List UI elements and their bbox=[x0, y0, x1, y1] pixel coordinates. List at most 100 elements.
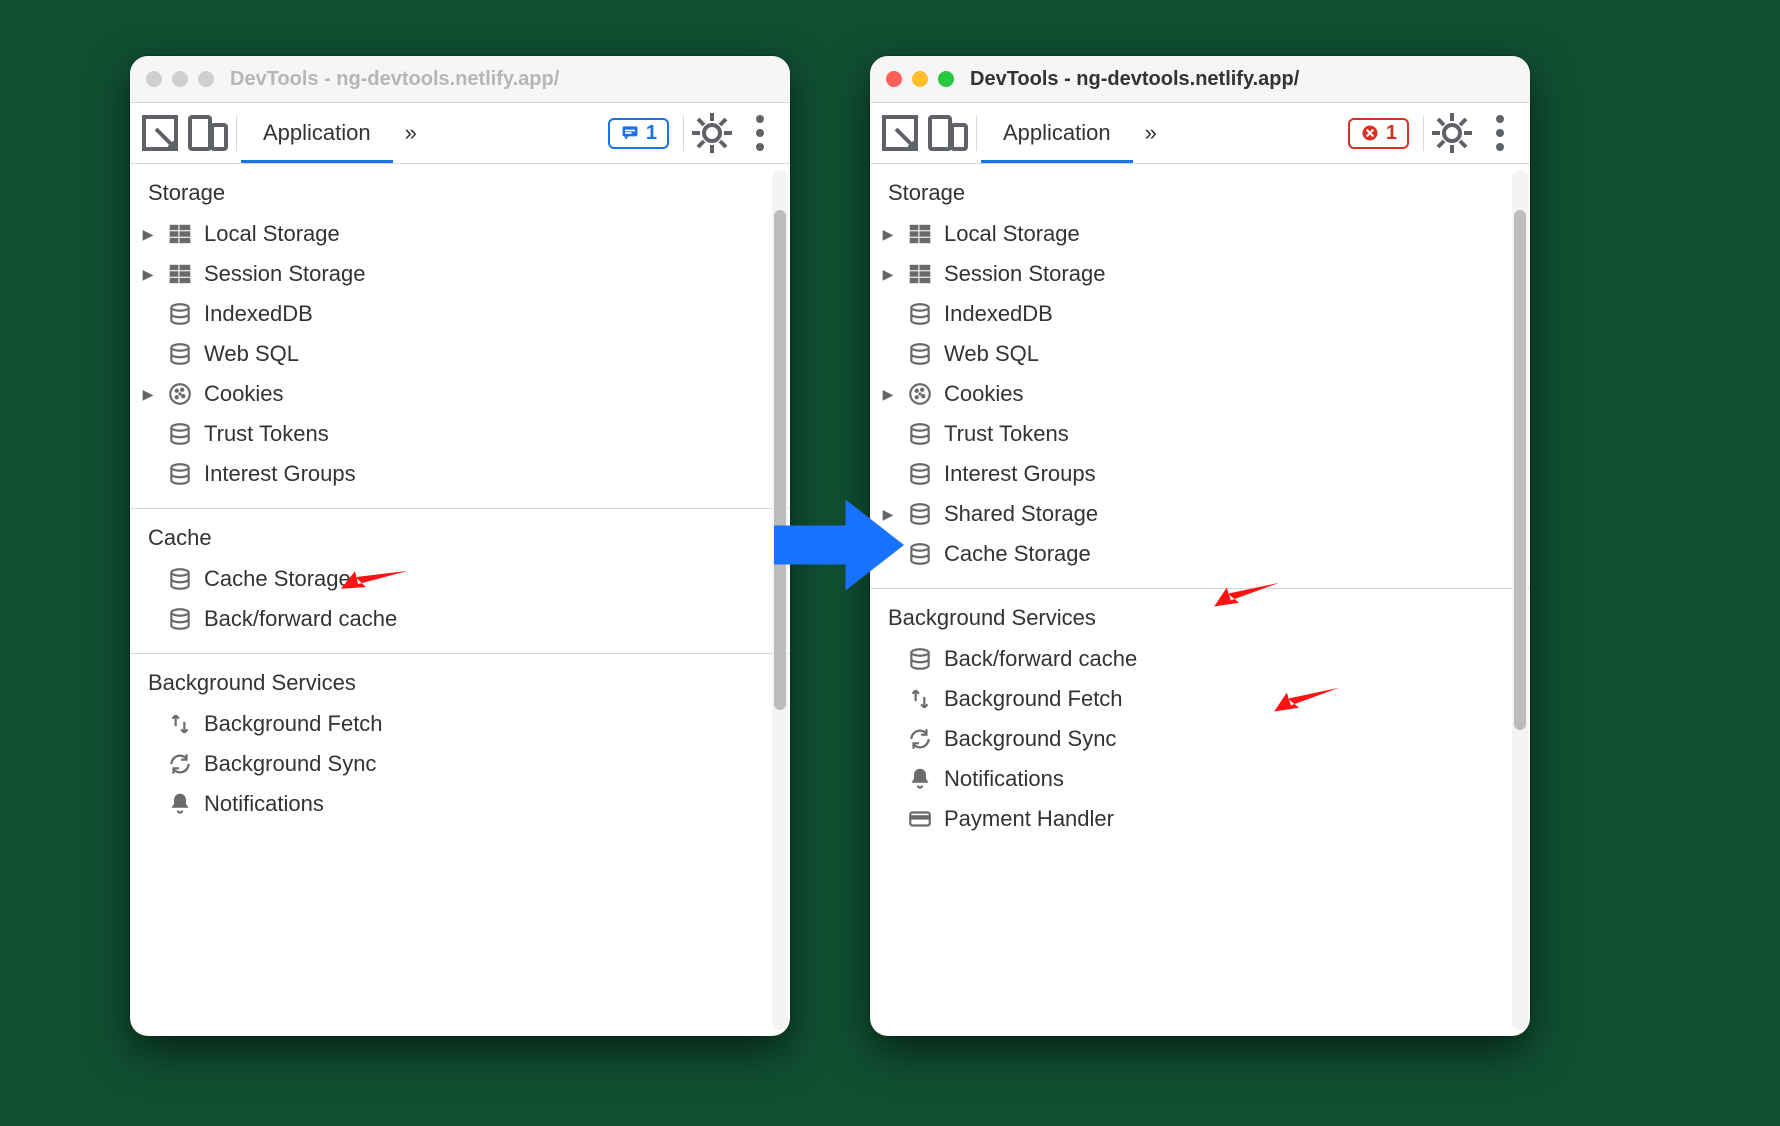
more-tabs-icon[interactable]: » bbox=[1133, 120, 1169, 146]
db-icon bbox=[906, 340, 934, 368]
tree-item[interactable]: ▶Interest Groups bbox=[130, 454, 790, 494]
tree-item[interactable]: ▶IndexedDB bbox=[130, 294, 790, 334]
error-badge[interactable]: 1 bbox=[1348, 118, 1409, 149]
separator bbox=[1423, 115, 1424, 151]
tree-item-label: Background Sync bbox=[944, 726, 1116, 752]
db-icon bbox=[906, 300, 934, 328]
minimize-dot[interactable] bbox=[172, 71, 188, 87]
application-panel[interactable]: Storage▶Local Storage▶Session Storage▶In… bbox=[130, 164, 790, 1036]
tree-item[interactable]: ▶Trust Tokens bbox=[870, 414, 1530, 454]
section-title[interactable]: Storage bbox=[870, 164, 1530, 214]
tree-item[interactable]: ▶Notifications bbox=[870, 759, 1530, 799]
kebab-icon[interactable] bbox=[736, 103, 784, 163]
tree-item-label: Background Fetch bbox=[944, 686, 1123, 712]
tree-item[interactable]: ▶Background Fetch bbox=[130, 704, 790, 744]
tree-item-label: Cache Storage bbox=[204, 566, 351, 592]
db-icon bbox=[906, 460, 934, 488]
tree-item-label: Background Fetch bbox=[204, 711, 383, 737]
tree-item[interactable]: ▶Trust Tokens bbox=[130, 414, 790, 454]
tree-item[interactable]: ▶Back/forward cache bbox=[130, 599, 790, 639]
scrollbar[interactable] bbox=[772, 170, 788, 1030]
bell-icon bbox=[906, 765, 934, 793]
tree-item[interactable]: ▶ Session Storage bbox=[870, 254, 1530, 294]
tree-item[interactable]: ▶Payment Handler bbox=[870, 799, 1530, 839]
sync-icon bbox=[906, 725, 934, 753]
tree-item[interactable]: ▶Cookies bbox=[130, 374, 790, 414]
more-tabs-icon[interactable]: » bbox=[393, 120, 429, 146]
expand-arrow-icon[interactable]: ▶ bbox=[140, 386, 156, 403]
badge-count: 1 bbox=[646, 122, 657, 145]
close-dot[interactable] bbox=[146, 71, 162, 87]
expand-arrow-icon[interactable]: ▶ bbox=[880, 386, 896, 403]
zoom-dot[interactable] bbox=[198, 71, 214, 87]
grid-icon bbox=[166, 220, 194, 248]
gear-icon[interactable] bbox=[1428, 103, 1476, 163]
tree-item-label: Back/forward cache bbox=[944, 646, 1137, 672]
badge-count: 1 bbox=[1386, 122, 1397, 145]
sync-icon bbox=[166, 750, 194, 778]
tree-item[interactable]: ▶Notifications bbox=[130, 784, 790, 824]
expand-arrow-icon[interactable]: ▶ bbox=[880, 266, 896, 283]
tree-item[interactable]: ▶IndexedDB bbox=[870, 294, 1530, 334]
tree-item-label: Local Storage bbox=[944, 221, 1080, 247]
tree-item[interactable]: ▶ Session Storage bbox=[130, 254, 790, 294]
tree-item[interactable]: ▶Background Sync bbox=[870, 719, 1530, 759]
gear-icon[interactable] bbox=[688, 103, 736, 163]
tree-item-label: Cookies bbox=[944, 381, 1023, 407]
tree-item[interactable]: ▶Interest Groups bbox=[870, 454, 1530, 494]
tree-item-label: IndexedDB bbox=[204, 301, 313, 327]
console-badge[interactable]: 1 bbox=[608, 118, 669, 149]
tab-application[interactable]: Application bbox=[981, 103, 1133, 163]
tree-item[interactable]: ▶Web SQL bbox=[130, 334, 790, 374]
device-icon[interactable] bbox=[184, 103, 232, 163]
tree-item[interactable]: ▶Background Fetch bbox=[870, 679, 1530, 719]
tree-item[interactable]: ▶ Cookies bbox=[870, 374, 1530, 414]
tree-item[interactable]: ▶Cache Storage bbox=[870, 534, 1530, 574]
section-title[interactable]: Storage bbox=[130, 164, 790, 214]
devtools-toolbar: Application » 1 bbox=[130, 103, 790, 164]
db-icon bbox=[906, 420, 934, 448]
expand-arrow-icon[interactable]: ▶ bbox=[140, 266, 156, 283]
tree-item-label: Background Sync bbox=[204, 751, 376, 777]
application-panel[interactable]: Storage ▶ Local Storage ▶ Session Storage ▶In… bbox=[870, 164, 1530, 1036]
separator bbox=[683, 115, 684, 151]
devtools-window-after: DevTools - ng-devtools.netlify.app/ Appl… bbox=[870, 56, 1530, 1036]
minimize-dot[interactable] bbox=[912, 71, 928, 87]
kebab-icon[interactable] bbox=[1476, 103, 1524, 163]
device-icon[interactable] bbox=[924, 103, 972, 163]
inspect-icon[interactable] bbox=[876, 103, 924, 163]
section-title[interactable]: Background Services bbox=[130, 654, 790, 704]
section-title[interactable]: Background Services bbox=[870, 589, 1530, 639]
tree-item-label: Shared Storage bbox=[944, 501, 1098, 527]
fetch-icon bbox=[166, 710, 194, 738]
section-title[interactable]: Cache bbox=[130, 509, 790, 559]
tree-item-label: Session Storage bbox=[944, 261, 1105, 287]
tab-application[interactable]: Application bbox=[241, 103, 393, 163]
tree-item[interactable]: ▶Back/forward cache bbox=[870, 639, 1530, 679]
tree-item[interactable]: ▶Local Storage bbox=[130, 214, 790, 254]
traffic-lights[interactable] bbox=[886, 71, 954, 87]
tree-item[interactable]: ▶ Local Storage bbox=[870, 214, 1530, 254]
titlebar[interactable]: DevTools - ng-devtools.netlify.app/ bbox=[130, 56, 790, 103]
tree-item-label: Trust Tokens bbox=[944, 421, 1069, 447]
traffic-lights[interactable] bbox=[146, 71, 214, 87]
titlebar[interactable]: DevTools - ng-devtools.netlify.app/ bbox=[870, 56, 1530, 103]
inspect-icon[interactable] bbox=[136, 103, 184, 163]
zoom-dot[interactable] bbox=[938, 71, 954, 87]
db-icon bbox=[166, 605, 194, 633]
db-icon bbox=[166, 300, 194, 328]
tree-item[interactable]: ▶Cache Storage bbox=[130, 559, 790, 599]
error-icon bbox=[1360, 123, 1380, 143]
tree-item[interactable]: ▶Background Sync bbox=[130, 744, 790, 784]
tree-item-label: Session Storage bbox=[204, 261, 365, 287]
window-title: DevTools - ng-devtools.netlify.app/ bbox=[230, 68, 559, 91]
scrollbar[interactable] bbox=[1512, 170, 1528, 1030]
expand-arrow-icon[interactable]: ▶ bbox=[140, 226, 156, 243]
tree-item-label: Payment Handler bbox=[944, 806, 1114, 832]
tree-item[interactable]: ▶Web SQL bbox=[870, 334, 1530, 374]
db-icon bbox=[906, 540, 934, 568]
expand-arrow-icon[interactable]: ▶ bbox=[880, 226, 896, 243]
tree-item-label: Web SQL bbox=[944, 341, 1039, 367]
close-dot[interactable] bbox=[886, 71, 902, 87]
tree-item[interactable]: ▶Shared Storage bbox=[870, 494, 1530, 534]
